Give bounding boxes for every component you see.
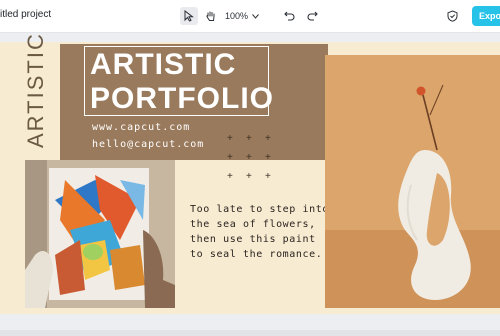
undo-button[interactable]	[282, 7, 296, 25]
hand-pan-icon	[206, 11, 215, 21]
horizontal-scrollbar[interactable]	[0, 330, 500, 336]
plus-mark: +	[246, 171, 252, 182]
undo-icon	[283, 11, 294, 21]
zoom-value: 100%	[225, 11, 249, 21]
export-button[interactable]: Expo	[472, 6, 500, 26]
hand-tool-button[interactable]	[203, 7, 219, 25]
painting-illustration	[25, 160, 175, 308]
website-text[interactable]: www.capcut.com	[92, 122, 190, 133]
painting-photo[interactable]	[25, 160, 175, 308]
cursor-arrow-icon	[184, 10, 194, 22]
title-line-1[interactable]: ARTISTIC	[90, 48, 236, 82]
vase-photo[interactable]	[325, 55, 500, 308]
top-toolbar: itled project 100% Expo	[0, 0, 500, 33]
plus-mark: +	[227, 152, 233, 163]
plus-mark: +	[265, 171, 271, 182]
shield-icon	[447, 10, 457, 22]
side-label: ARTISTIC	[23, 32, 48, 148]
plus-mark: +	[246, 133, 252, 144]
shield-button[interactable]	[445, 7, 459, 25]
project-title[interactable]: itled project	[0, 9, 51, 20]
plus-mark: +	[246, 152, 252, 163]
email-text[interactable]: hello@capcut.com	[92, 139, 204, 150]
chevron-down-icon	[252, 13, 259, 19]
select-tool-button[interactable]	[180, 7, 198, 25]
title-line-2[interactable]: PORTFOLIO	[90, 82, 274, 116]
plus-mark: +	[227, 133, 233, 144]
plus-mark: +	[265, 133, 271, 144]
redo-button[interactable]	[305, 7, 319, 25]
side-vertical-text[interactable]: ARTISTIC	[21, 32, 51, 150]
vase-illustration	[325, 55, 500, 308]
redo-icon	[307, 11, 318, 21]
plus-mark: +	[227, 171, 233, 182]
description-text[interactable]: Too late to step into the sea of flowers…	[190, 202, 330, 262]
zoom-dropdown[interactable]: 100%	[225, 7, 267, 25]
plus-mark: +	[265, 152, 271, 163]
